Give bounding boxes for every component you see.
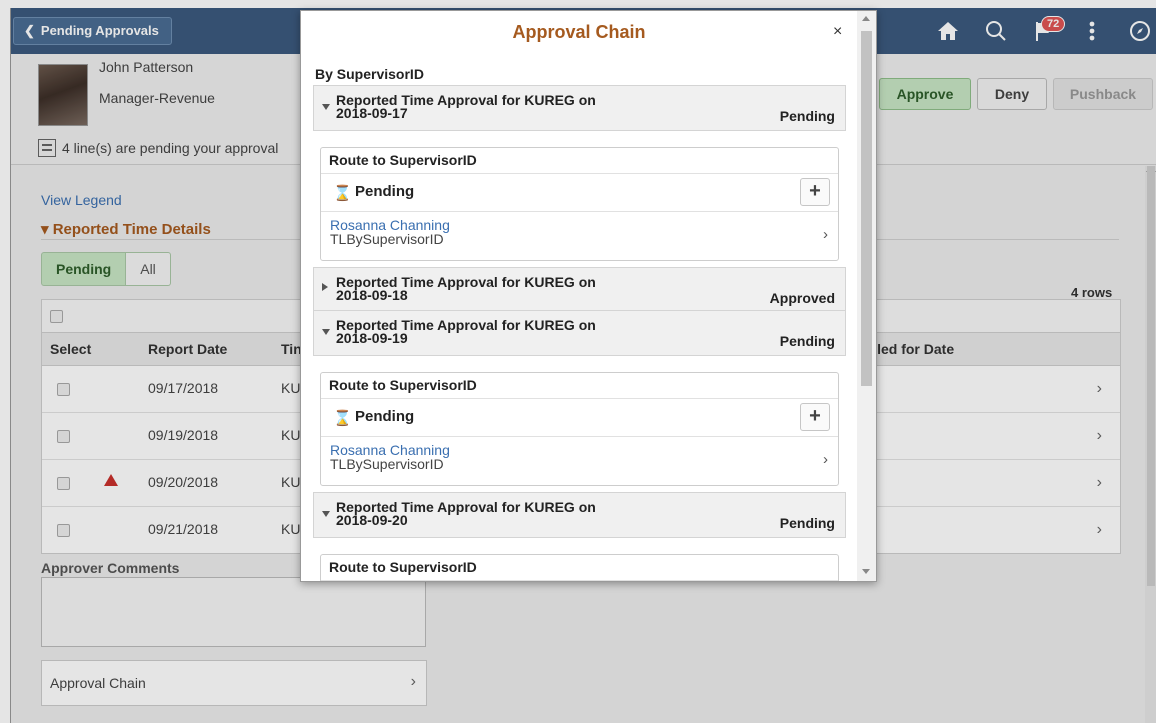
add-approver-button[interactable]: +: [800, 403, 830, 431]
approver-row[interactable]: Rosanna Channing TLBySupervisorID ›: [321, 437, 838, 485]
route-title: Route to SupervisorID: [321, 373, 838, 399]
route-title: Route to SupervisorID: [321, 148, 838, 174]
hourglass-icon: ⌛: [333, 185, 352, 202]
route-title: Route to SupervisorID: [321, 555, 838, 581]
route-step-status: Pending: [355, 408, 415, 425]
approver-role: TLBySupervisorID: [330, 456, 444, 472]
approver-role: TLBySupervisorID: [330, 231, 444, 247]
modal-scrollbar[interactable]: [857, 11, 876, 581]
route-box-4: Route to SupervisorID: [320, 554, 839, 581]
route-box-1: Route to SupervisorID ⌛ Pending + Rosann…: [320, 147, 839, 261]
expand-triangle-icon: [322, 283, 328, 291]
route-step-status: Pending: [355, 183, 415, 200]
scroll-down-arrow-icon[interactable]: [862, 569, 870, 574]
route-step: ⌛ Pending +: [321, 174, 838, 212]
scroll-up-arrow-icon[interactable]: [862, 16, 870, 21]
collapse-triangle-icon: [322, 329, 330, 335]
approval-status: Pending: [779, 515, 835, 531]
route-box-3: Route to SupervisorID ⌛ Pending + Rosann…: [320, 372, 839, 486]
by-supervisor-label: By SupervisorID: [315, 66, 424, 82]
modal-scrollbar-thumb[interactable]: [861, 31, 872, 386]
approval-header-4[interactable]: Reported Time Approval for KUREG on 2018…: [313, 492, 846, 538]
approval-title-line2: 2018-09-20: [336, 512, 408, 528]
approval-title-line2: 2018-09-18: [336, 287, 408, 303]
add-approver-button[interactable]: +: [800, 178, 830, 206]
approval-chain-modal: Approval Chain × By SupervisorID Reporte…: [300, 10, 877, 582]
approval-status: Pending: [779, 333, 835, 349]
chevron-right-icon: ›: [823, 451, 828, 468]
approval-title-line2: 2018-09-19: [336, 330, 408, 346]
modal-title: Approval Chain: [512, 22, 646, 42]
collapse-triangle-icon: [322, 104, 330, 110]
close-icon[interactable]: ×: [833, 23, 842, 41]
approval-status: Approved: [769, 290, 835, 306]
approval-header-2[interactable]: Reported Time Approval for KUREG on 2018…: [313, 267, 846, 311]
chevron-right-icon: ›: [823, 226, 828, 243]
route-step: ⌛ Pending +: [321, 399, 838, 437]
approver-row[interactable]: Rosanna Channing TLBySupervisorID ›: [321, 212, 838, 260]
collapse-triangle-icon: [322, 511, 330, 517]
approval-title-line2: 2018-09-17: [336, 105, 408, 121]
approval-status: Pending: [779, 108, 835, 124]
approval-header-1[interactable]: Reported Time Approval for KUREG on 2018…: [313, 85, 846, 131]
hourglass-icon: ⌛: [333, 410, 352, 427]
approval-header-3[interactable]: Reported Time Approval for KUREG on 2018…: [313, 310, 846, 356]
